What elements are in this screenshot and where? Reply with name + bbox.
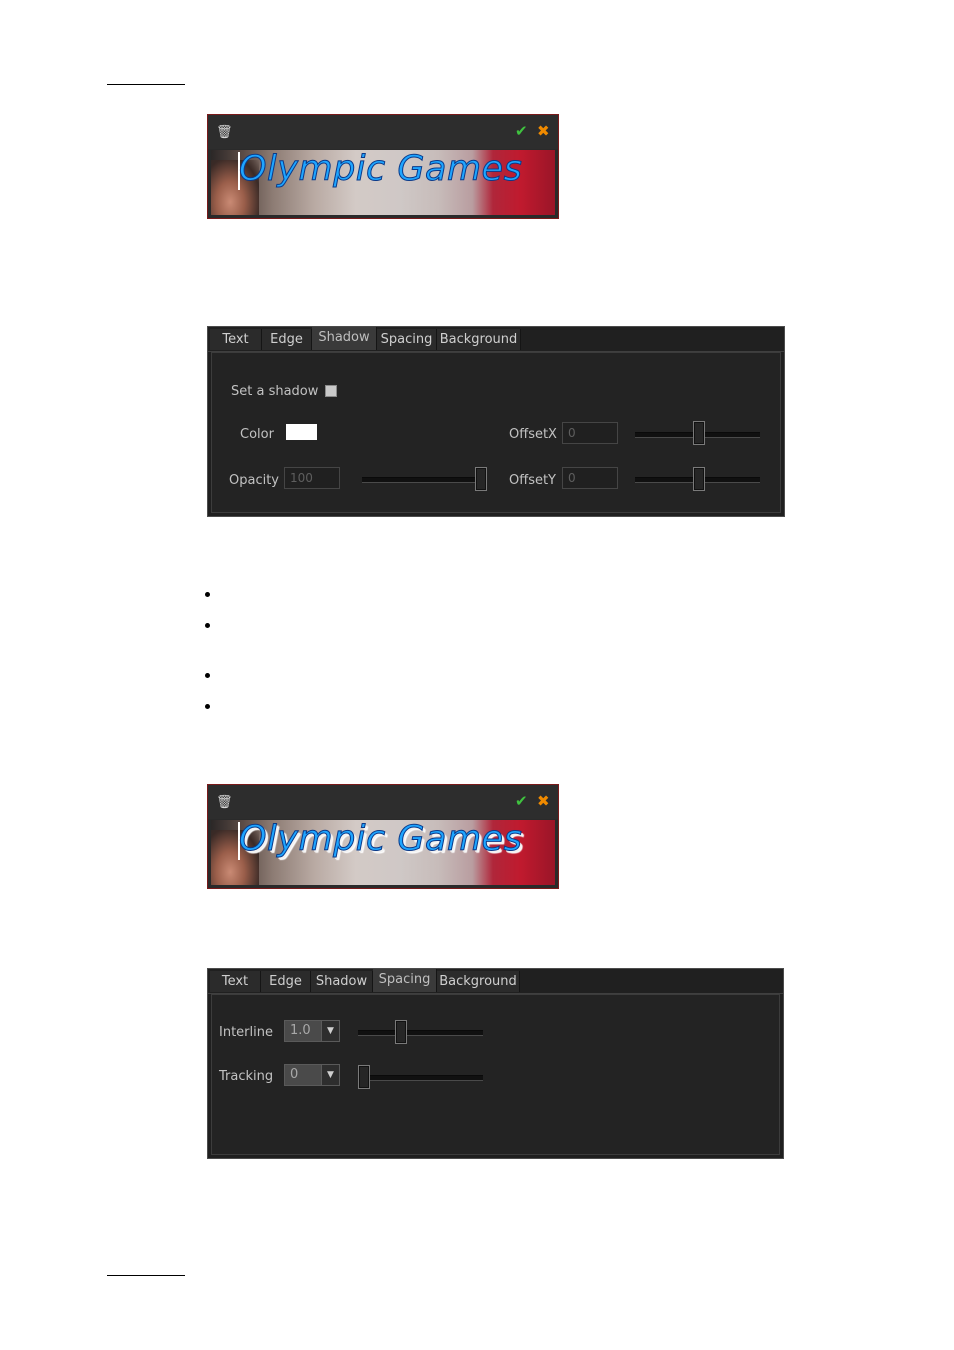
tab-spacing[interactable]: Spacing (373, 969, 437, 992)
interline-value: 1.0 (290, 1023, 311, 1038)
bullet-point (205, 704, 210, 709)
chevron-down-icon[interactable]: ▼ (321, 1065, 339, 1085)
set-shadow-checkbox[interactable] (325, 385, 337, 397)
close-icon[interactable]: ✖ (537, 123, 550, 139)
offsetx-slider-handle[interactable] (693, 421, 705, 445)
spacing-settings-panel: Text Edge Shadow Spacing Background Inte… (207, 968, 784, 1159)
chevron-down-icon[interactable]: ▼ (321, 1021, 339, 1041)
tab-background[interactable]: Background (437, 971, 520, 992)
spacing-tab-content: Interline 1.0 ▼ Tracking 0 ▼ (211, 994, 780, 1155)
opacity-slider-track[interactable] (362, 477, 487, 483)
editor-toolbar: 🗑 ✔ ✖ (208, 115, 558, 149)
bullet-point (205, 673, 210, 678)
tab-shadow[interactable]: Shadow (312, 327, 377, 350)
tracking-value: 0 (290, 1067, 299, 1082)
tab-spacing[interactable]: Spacing (377, 329, 437, 350)
shadow-settings-panel: Text Edge Shadow Spacing Background Set … (207, 326, 785, 517)
offsety-field[interactable]: 0 (562, 467, 618, 489)
title-preview[interactable]: Olympic Games (211, 820, 555, 885)
tracking-slider-track[interactable] (358, 1075, 483, 1081)
title-text[interactable]: Olympic Games (238, 820, 522, 860)
footer-rule (107, 1275, 185, 1276)
title-editor-with-shadow: 🗑 ✔ ✖ Olympic Games (207, 784, 559, 889)
set-shadow-label: Set a shadow (231, 384, 319, 399)
bullet-point (205, 592, 210, 597)
offsetx-label: OffsetX (509, 427, 557, 442)
offsety-slider-handle[interactable] (693, 467, 705, 491)
bullet-point (205, 623, 210, 628)
interline-label: Interline (219, 1025, 273, 1040)
tab-edge[interactable]: Edge (261, 971, 311, 992)
editor-toolbar: 🗑 ✔ ✖ (208, 785, 558, 819)
tab-edge[interactable]: Edge (262, 329, 312, 350)
opacity-field[interactable]: 100 (284, 467, 340, 489)
opacity-slider-handle[interactable] (475, 467, 487, 491)
trash-icon[interactable]: 🗑 (216, 796, 233, 809)
tab-bar: Text Edge Shadow Spacing Background (208, 969, 783, 994)
tab-text[interactable]: Text (210, 971, 261, 992)
title-editor-no-shadow: 🗑 ✔ ✖ Olympic Games (207, 114, 559, 219)
shadow-tab-content: Set a shadow Color Opacity 100 OffsetX 0… (211, 352, 781, 513)
tracking-slider-handle[interactable] (358, 1065, 370, 1089)
interline-slider-track[interactable] (358, 1030, 483, 1036)
opacity-label: Opacity (229, 473, 280, 488)
interline-combobox[interactable]: 1.0 ▼ (284, 1020, 340, 1042)
tracking-combobox[interactable]: 0 ▼ (284, 1064, 340, 1086)
color-label: Color (240, 427, 274, 442)
tracking-label: Tracking (219, 1069, 274, 1084)
header-rule (107, 84, 185, 85)
check-icon[interactable]: ✔ (515, 793, 528, 809)
tab-background[interactable]: Background (437, 329, 521, 350)
trash-icon[interactable]: 🗑 (216, 126, 233, 139)
tab-text[interactable]: Text (210, 329, 262, 350)
tab-shadow[interactable]: Shadow (311, 971, 373, 992)
title-preview[interactable]: Olympic Games (211, 150, 555, 215)
offsetx-field[interactable]: 0 (562, 422, 618, 444)
check-icon[interactable]: ✔ (515, 123, 528, 139)
close-icon[interactable]: ✖ (537, 793, 550, 809)
tab-bar: Text Edge Shadow Spacing Background (208, 327, 784, 352)
title-text[interactable]: Olympic Games (238, 150, 522, 190)
interline-slider-handle[interactable] (395, 1020, 407, 1044)
color-swatch[interactable] (286, 424, 317, 440)
offsety-label: OffsetY (509, 473, 556, 488)
